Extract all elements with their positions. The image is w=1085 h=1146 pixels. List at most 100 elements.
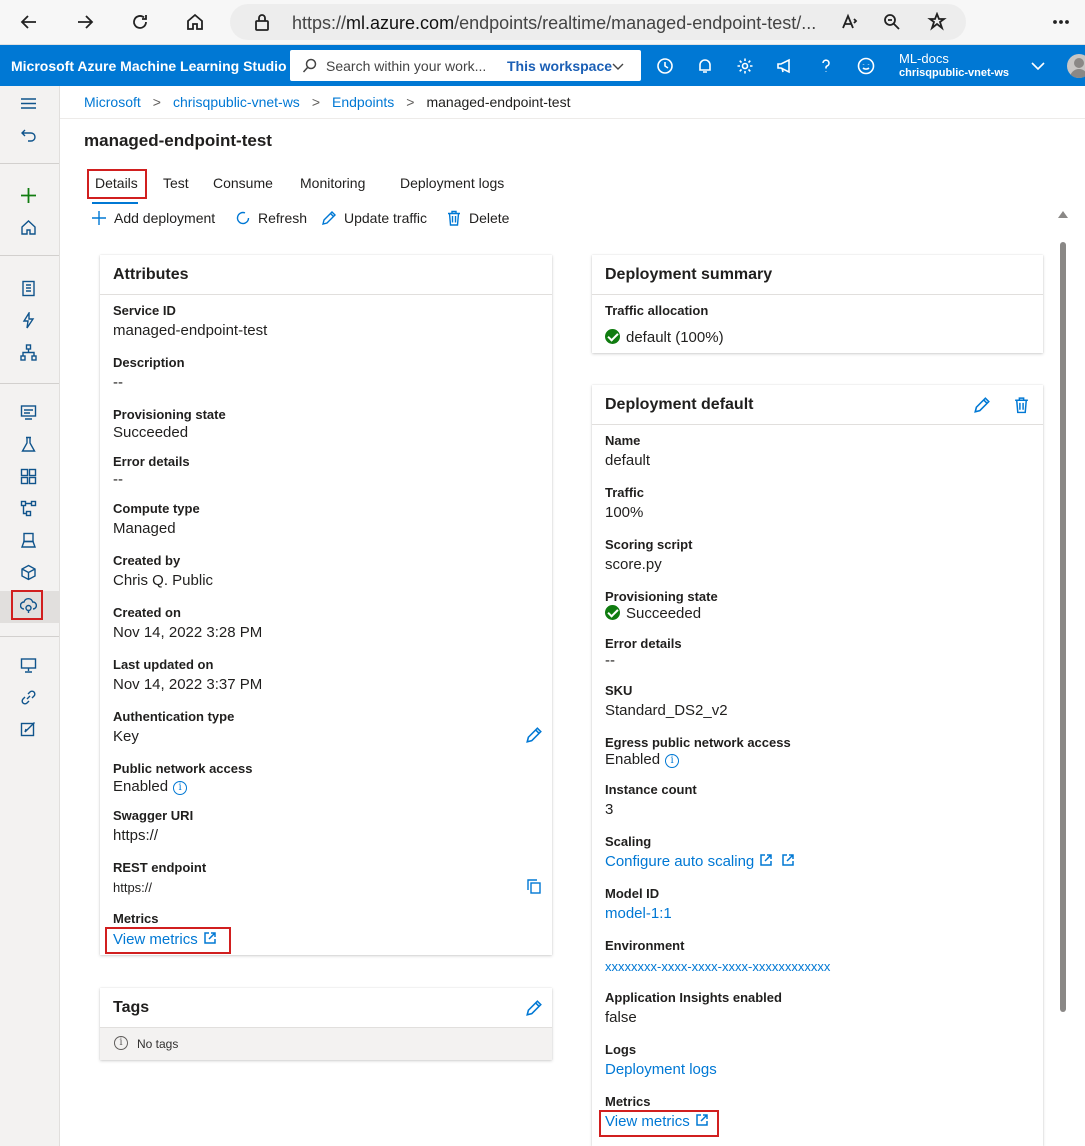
deployment-metrics-label: Metrics: [605, 1094, 651, 1109]
last-updated-value: Nov 14, 2022 3:37 PM: [113, 676, 263, 693]
search-icon: [302, 58, 317, 73]
egress-label: Egress public network access: [605, 735, 791, 750]
rest-endpoint-label: REST endpoint: [113, 860, 207, 875]
tab-monitoring[interactable]: Monitoring: [300, 175, 365, 191]
account-switcher[interactable]: ML-docs chrisqpublic-vnet-ws: [899, 51, 1009, 81]
service-id-label: Service ID: [113, 303, 176, 318]
configure-auto-scaling-link[interactable]: Configure auto scaling: [605, 853, 795, 870]
breadcrumb-separator: >: [406, 94, 415, 110]
nav-divider: [0, 255, 59, 256]
tab-consume[interactable]: Consume: [213, 175, 273, 191]
edit-auth-icon[interactable]: [525, 726, 543, 749]
delete-button[interactable]: Delete: [446, 207, 509, 229]
app-insights-value: false: [605, 1009, 637, 1026]
info-icon[interactable]: i: [665, 754, 680, 768]
provisioning-value: Succeeded: [113, 424, 189, 441]
favorites-icon[interactable]: [923, 8, 951, 36]
breadcrumb-endpoints[interactable]: Endpoints: [332, 94, 394, 110]
compute-type-label: Compute type: [113, 501, 200, 516]
created-by-label: Created by: [113, 553, 181, 568]
search-scope-dropdown[interactable]: This workspace: [507, 58, 612, 74]
add-deployment-label: Add deployment: [114, 210, 216, 226]
zoom-icon[interactable]: [878, 8, 906, 36]
back-nav-icon[interactable]: [17, 124, 39, 146]
scroll-up-arrow-icon[interactable]: [1058, 211, 1068, 218]
nav-divider: [0, 636, 59, 637]
compute-type-value: Managed: [113, 520, 176, 537]
no-tags-text: No tags: [137, 1037, 179, 1051]
deployment-logs-link[interactable]: Deployment logs: [605, 1061, 717, 1078]
help-icon[interactable]: [815, 55, 837, 77]
account-chevron-icon[interactable]: [1027, 55, 1049, 77]
auth-type-value: Key: [113, 728, 139, 745]
compute-icon[interactable]: [17, 654, 39, 676]
feedback-icon[interactable]: [855, 55, 877, 77]
refresh-button[interactable]: Refresh: [235, 207, 307, 229]
reload-icon[interactable]: [126, 8, 154, 36]
breadcrumb-workspace[interactable]: chrisqpublic-vnet-ws: [173, 94, 300, 110]
deployment-error-value: --: [605, 652, 615, 669]
components-icon[interactable]: [17, 465, 39, 487]
update-traffic-button[interactable]: Update traffic: [321, 207, 427, 229]
pipelines-icon[interactable]: [17, 497, 39, 519]
nav-divider: [0, 163, 59, 164]
scaling-label: Scaling: [605, 834, 652, 849]
tags-title: Tags: [100, 988, 552, 1028]
designer-icon[interactable]: [17, 341, 39, 363]
traffic-value: 100%: [605, 504, 644, 521]
page-scrollbar[interactable]: [1055, 207, 1071, 1146]
notebooks-icon[interactable]: [17, 277, 39, 299]
more-icon[interactable]: [1047, 8, 1075, 36]
success-check-icon: [605, 605, 620, 620]
instance-count-value: 3: [605, 801, 614, 818]
browser-toolbar: https://ml.azure.com/endpoints/realtime/…: [0, 0, 1085, 45]
data-icon[interactable]: [17, 401, 39, 423]
home-icon[interactable]: [181, 8, 209, 36]
created-on-value: Nov 14, 2022 3:28 PM: [113, 624, 263, 641]
lock-icon: [248, 8, 276, 36]
environments-icon[interactable]: [17, 529, 39, 551]
create-new-icon[interactable]: [17, 184, 39, 206]
breadcrumb-microsoft[interactable]: Microsoft: [84, 94, 141, 110]
back-icon[interactable]: [15, 8, 43, 36]
delete-deployment-icon[interactable]: [1013, 396, 1030, 419]
deployment-provisioning-label: Provisioning state: [605, 589, 718, 604]
data-labeling-icon[interactable]: [17, 718, 39, 740]
read-aloud-icon[interactable]: [836, 8, 864, 36]
network-access-label: Public network access: [113, 761, 253, 776]
settings-icon[interactable]: [734, 55, 756, 77]
studio-header: Microsoft Azure Machine Learning Studio …: [0, 45, 1085, 86]
deployment-name-label: Name: [605, 433, 641, 448]
success-check-icon: [605, 329, 620, 344]
scroll-thumb[interactable]: [1060, 242, 1066, 1012]
tab-deployment-logs[interactable]: Deployment logs: [400, 175, 504, 191]
history-icon[interactable]: [654, 55, 676, 77]
address-bar[interactable]: https://ml.azure.com/endpoints/realtime/…: [230, 4, 966, 40]
edit-tags-icon[interactable]: [525, 999, 543, 1022]
network-access-value: Enabled i: [113, 778, 188, 795]
edit-deployment-icon[interactable]: [973, 396, 991, 419]
tab-test[interactable]: Test: [163, 175, 189, 191]
models-icon[interactable]: [17, 561, 39, 583]
hamburger-icon[interactable]: [17, 92, 39, 114]
jobs-icon[interactable]: [17, 433, 39, 455]
notifications-icon[interactable]: [694, 55, 716, 77]
add-deployment-button[interactable]: Add deployment: [91, 207, 215, 229]
instance-count-label: Instance count: [605, 782, 697, 797]
environment-link[interactable]: xxxxxxxx-xxxx-xxxx-xxxx-xxxxxxxxxxxx: [605, 959, 830, 974]
home-nav-icon[interactable]: [17, 216, 39, 238]
model-id-link[interactable]: model-1:1: [605, 905, 672, 922]
forward-icon[interactable]: [71, 8, 99, 36]
avatar[interactable]: [1067, 54, 1085, 78]
search-input[interactable]: Search within your work... This workspac…: [290, 50, 641, 81]
deployment-default-card: Deployment default Name default Traffic …: [592, 385, 1043, 1146]
app-title[interactable]: Microsoft Azure Machine Learning Studio: [11, 58, 287, 74]
info-icon[interactable]: i: [173, 781, 188, 795]
tags-card: Tags i No tags: [100, 988, 552, 1060]
nav-divider: [0, 383, 59, 384]
linked-services-icon[interactable]: [17, 686, 39, 708]
automated-ml-icon[interactable]: [17, 309, 39, 331]
copy-icon[interactable]: [526, 878, 542, 900]
created-on-label: Created on: [113, 605, 181, 620]
announcements-icon[interactable]: [774, 55, 796, 77]
